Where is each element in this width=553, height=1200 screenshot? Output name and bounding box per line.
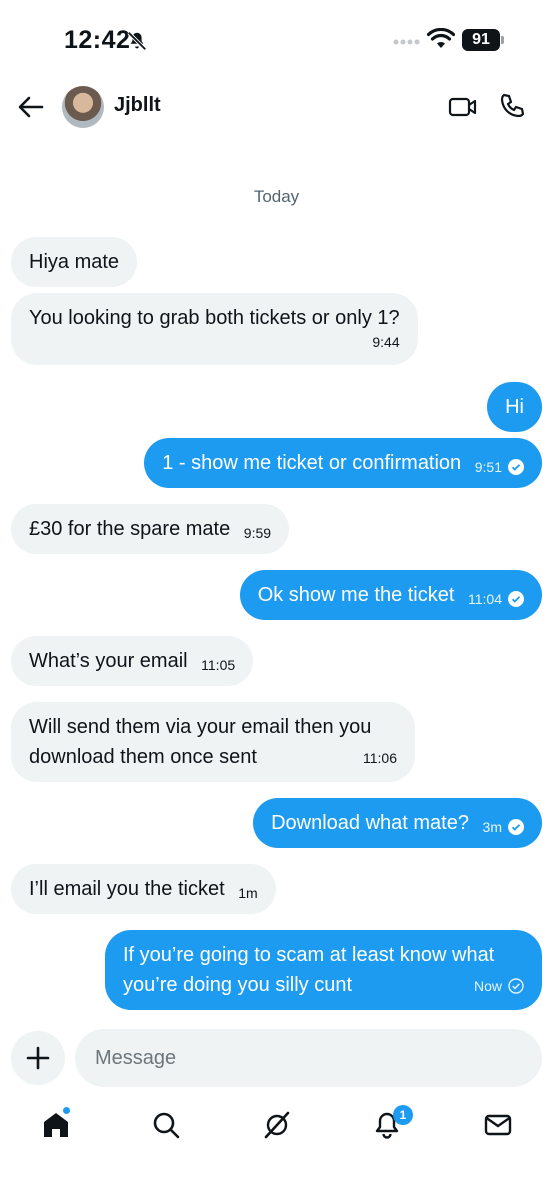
message-input[interactable] xyxy=(75,1029,542,1087)
message-timestamp: 11:04 xyxy=(468,591,502,607)
message-text: You looking to grab both tickets or only… xyxy=(29,307,400,329)
battery-icon: 91 xyxy=(462,29,504,51)
back-arrow-icon[interactable] xyxy=(16,92,46,122)
message-text: What’s your email xyxy=(29,650,188,672)
message-timestamp: 11:06 xyxy=(363,750,397,766)
search-icon[interactable] xyxy=(151,1110,181,1140)
message-text: Download what mate? xyxy=(271,812,469,834)
grok-icon[interactable] xyxy=(262,1110,292,1140)
message-bubble-received[interactable]: £30 for the spare mate 9:59 xyxy=(11,504,290,554)
message-bubble-received[interactable]: I’ll email you the ticket 1m xyxy=(11,864,276,914)
message-timestamp: Now xyxy=(473,978,502,994)
status-time: 12:42 xyxy=(64,26,131,54)
wifi-icon xyxy=(427,28,455,48)
sent-check-icon xyxy=(508,978,524,994)
message-bubble-received[interactable]: Hiya mate xyxy=(11,237,138,287)
read-check-icon xyxy=(508,591,524,607)
message-timestamp: 9:44 xyxy=(372,334,400,350)
message-composer xyxy=(0,1029,553,1087)
avatar[interactable] xyxy=(62,86,104,128)
messages-envelope-icon[interactable] xyxy=(483,1110,513,1140)
add-attachment-button[interactable] xyxy=(11,1031,65,1085)
message-text: Ok show me the ticket xyxy=(257,584,455,606)
day-separator: Today xyxy=(253,187,300,206)
phone-call-icon[interactable] xyxy=(498,92,526,120)
message-bubble-sent[interactable]: If you’re going to scam at least know wh… xyxy=(105,930,542,1010)
message-text: Hiya mate xyxy=(29,251,120,273)
message-timestamp: 3m xyxy=(482,819,502,835)
message-text-line: you’re doing you silly cunt xyxy=(123,974,353,996)
signal-icon xyxy=(393,39,420,45)
message-text-line: If you’re going to scam at least know wh… xyxy=(123,944,495,966)
silent-bell-icon xyxy=(127,31,147,51)
home-unread-dot xyxy=(62,1106,71,1115)
message-bubble-received[interactable]: You looking to grab both tickets or only… xyxy=(11,293,418,365)
bottom-tab-bar xyxy=(0,1100,553,1152)
contact-name[interactable]: Jjbllt xyxy=(114,94,161,117)
read-check-icon xyxy=(508,459,524,475)
message-text: 1 - show me ticket or confirmation xyxy=(162,452,462,474)
battery-level: 91 xyxy=(462,29,500,51)
message-timestamp: 9:59 xyxy=(243,525,272,541)
status-bar: 12:42 91 xyxy=(0,0,553,80)
message-bubble-sent[interactable]: Download what mate? 3m xyxy=(253,798,542,848)
notification-count-badge: 1 xyxy=(393,1105,413,1125)
message-bubble-sent[interactable]: 1 - show me ticket or confirmation 9:51 xyxy=(144,438,542,488)
message-timestamp: 1m xyxy=(238,885,258,901)
message-timestamp: 11:05 xyxy=(201,657,236,673)
message-bubble-received[interactable]: What’s your email 11:05 xyxy=(11,636,254,686)
message-bubble-sent[interactable]: Ok show me the ticket 11:04 xyxy=(239,570,542,620)
message-bubble-received[interactable]: Will send them via your email then you d… xyxy=(11,702,415,782)
message-text: Hi xyxy=(505,396,524,418)
video-call-icon[interactable] xyxy=(448,93,478,121)
message-text-line: Will send them via your email then you xyxy=(29,716,372,738)
message-text: I’ll email you the ticket xyxy=(29,878,225,900)
chat-header: Jjbllt xyxy=(0,80,553,136)
read-check-icon xyxy=(508,819,524,835)
plus-icon xyxy=(26,1046,50,1070)
message-text: £30 for the spare mate xyxy=(29,518,231,540)
message-timestamp: 9:51 xyxy=(474,459,502,475)
message-bubble-sent[interactable]: Hi xyxy=(487,382,542,432)
message-text-line: download them once sent xyxy=(29,746,257,768)
